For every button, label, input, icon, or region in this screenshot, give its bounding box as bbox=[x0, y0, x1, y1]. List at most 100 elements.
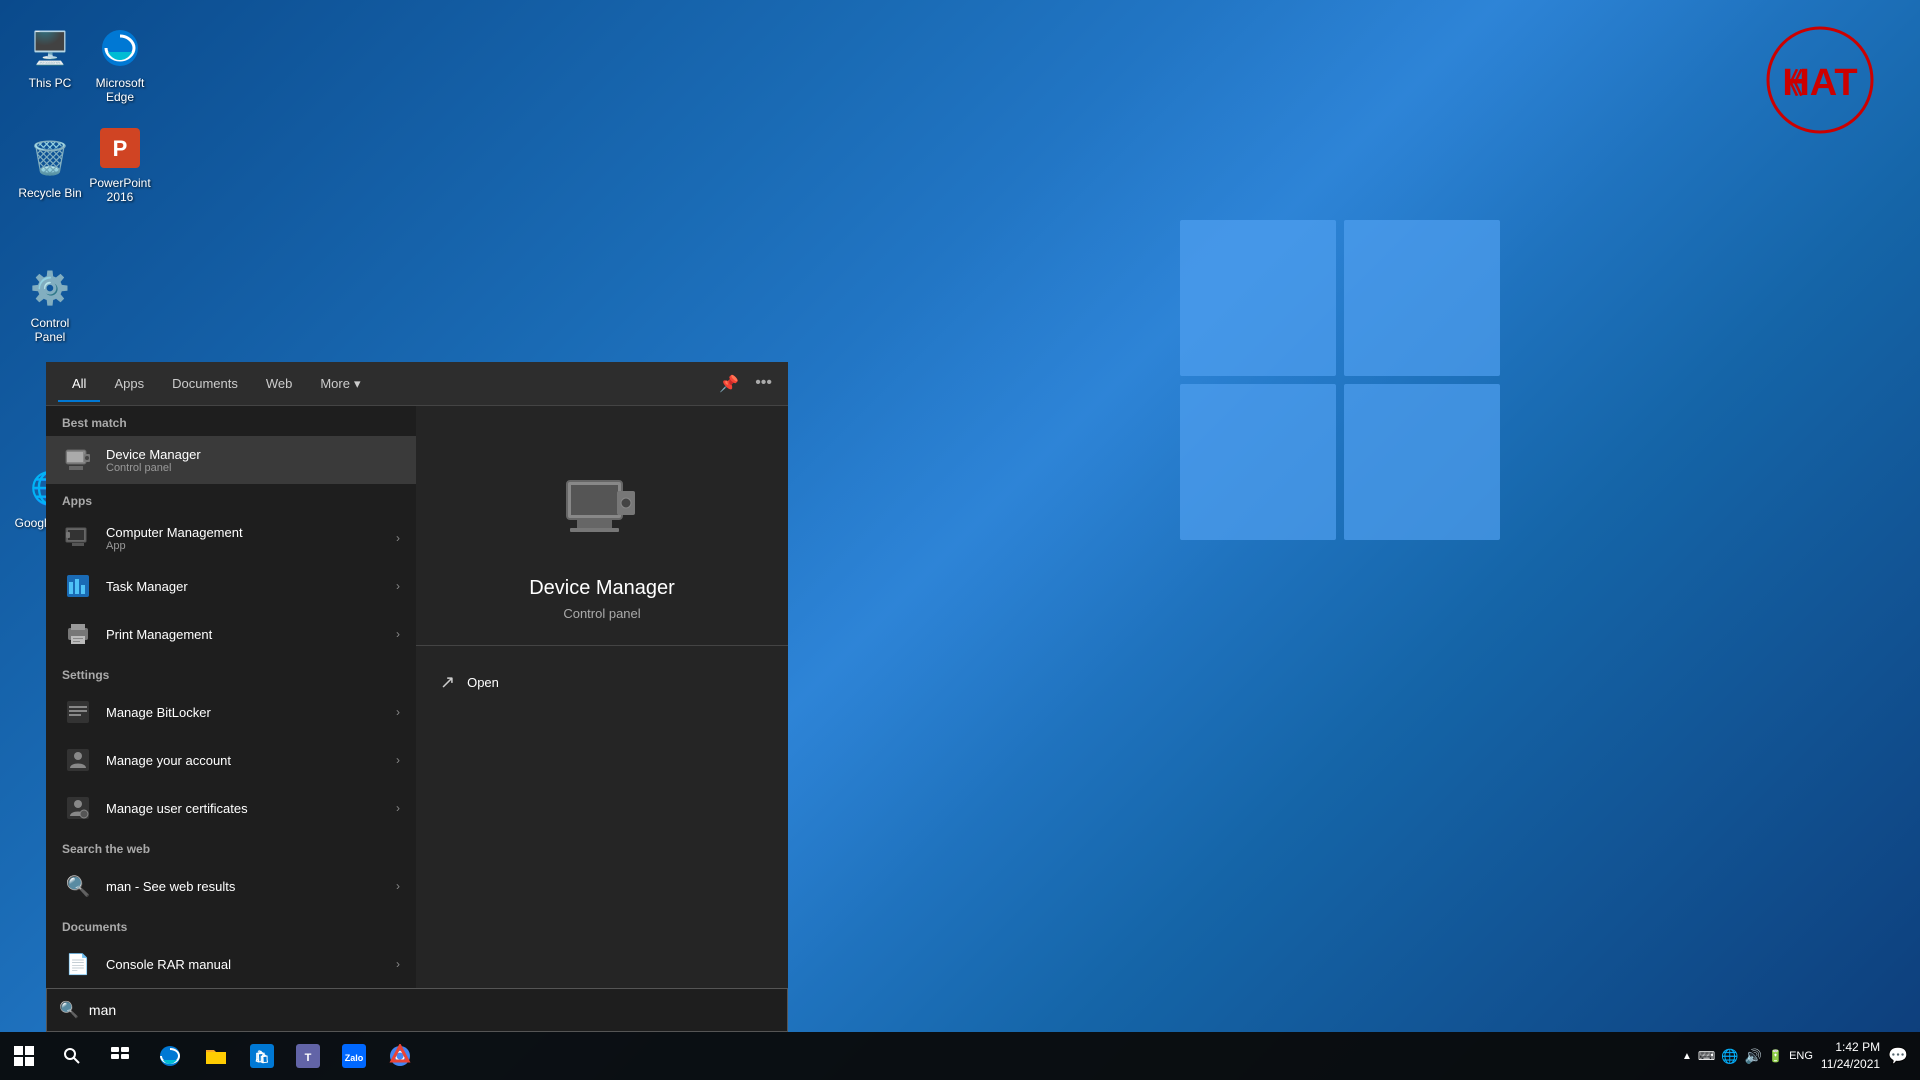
menu-pin-icon[interactable]: 📌 bbox=[715, 370, 743, 398]
search-menu: All Apps Documents Web More ▾ 📌 ••• Best… bbox=[46, 362, 788, 1032]
computer-management-text: Computer Management App bbox=[106, 525, 396, 552]
taskbar-date-display: 11/24/2021 bbox=[1821, 1056, 1880, 1073]
tab-web[interactable]: Web bbox=[252, 366, 307, 401]
taskbar-store[interactable]: 🛍 bbox=[240, 1034, 284, 1078]
open-label: Open bbox=[467, 675, 499, 690]
svg-text:Zalo: Zalo bbox=[345, 1053, 364, 1063]
certificates-arrow: › bbox=[396, 801, 400, 815]
taskbar-explorer[interactable] bbox=[194, 1034, 238, 1078]
taskbar: 🛍 T Zalo bbox=[0, 1032, 1920, 1080]
console-rar-text: Console RAR manual bbox=[106, 957, 396, 972]
print-management-title: Print Management bbox=[106, 627, 396, 642]
tray-volume[interactable]: 🔊 bbox=[1745, 1048, 1762, 1065]
menu-item-account[interactable]: Manage your account › bbox=[46, 736, 416, 784]
search-bar: 🔍 bbox=[46, 988, 788, 1032]
taskbar-clock[interactable]: 1:42 PM 11/24/2021 bbox=[1821, 1039, 1880, 1073]
tab-documents[interactable]: Documents bbox=[158, 366, 252, 401]
apps-label: Apps bbox=[46, 484, 416, 514]
svg-text:《: 《 bbox=[1775, 68, 1803, 99]
computer-management-title: Computer Management bbox=[106, 525, 396, 540]
menu-left-panel: Best match Device Manager Control bbox=[46, 406, 416, 988]
menu-right-panel: Device Manager Control panel ↗ Open bbox=[416, 406, 788, 988]
tray-lang[interactable]: ENG bbox=[1789, 1050, 1813, 1062]
this-pc-icon: 🖥️ bbox=[26, 24, 74, 72]
control-icon: ⚙️ bbox=[26, 264, 74, 312]
task-view-button[interactable] bbox=[96, 1032, 144, 1080]
web-search-title: man - See web results bbox=[106, 879, 396, 894]
powerpoint-icon: P bbox=[96, 124, 144, 172]
menu-item-web-search[interactable]: 🔍 man - See web results › bbox=[46, 862, 416, 910]
tab-all[interactable]: All bbox=[58, 366, 100, 401]
desktop: HAT 《 🖥️ This PC Microsoft Edge 🗑️ Recyc… bbox=[0, 0, 1920, 1080]
menu-item-computer-management[interactable]: Computer Management App › bbox=[46, 514, 416, 562]
desktop-icon-edge[interactable]: Microsoft Edge bbox=[80, 20, 160, 109]
task-manager-text: Task Manager bbox=[106, 579, 396, 594]
device-manager-text: Device Manager Control panel bbox=[106, 447, 400, 474]
bitlocker-title: Manage BitLocker bbox=[106, 705, 396, 720]
menu-item-device-manager[interactable]: Device Manager Control panel bbox=[46, 436, 416, 484]
taskbar-zalo[interactable]: Zalo bbox=[332, 1034, 376, 1078]
right-subtitle: Control panel bbox=[563, 606, 640, 621]
computer-management-icon bbox=[62, 522, 94, 554]
start-button[interactable] bbox=[0, 1032, 48, 1080]
certificates-text: Manage user certificates bbox=[106, 801, 396, 816]
svg-text:T: T bbox=[305, 1052, 312, 1064]
right-action-open[interactable]: ↗ Open bbox=[416, 662, 788, 703]
task-manager-arrow: › bbox=[396, 579, 400, 593]
taskbar-teams[interactable]: T bbox=[286, 1034, 330, 1078]
computer-management-arrow: › bbox=[396, 531, 400, 545]
tray-keyboard: ⌨ bbox=[1698, 1049, 1715, 1063]
taskbar-right: ▲ ⌨ 🌐 🔊 🔋 ENG 1:42 PM 11/24/2021 💬 bbox=[1682, 1039, 1920, 1073]
device-manager-subtitle: Control panel bbox=[106, 462, 400, 474]
taskbar-time-display: 1:42 PM bbox=[1821, 1039, 1880, 1056]
menu-content: Best match Device Manager Control bbox=[46, 406, 788, 988]
account-title: Manage your account bbox=[106, 753, 396, 768]
menu-item-bitlocker[interactable]: Manage BitLocker › bbox=[46, 688, 416, 736]
account-text: Manage your account bbox=[106, 753, 396, 768]
taskbar-edge[interactable] bbox=[148, 1034, 192, 1078]
taskbar-search-button[interactable] bbox=[48, 1032, 96, 1080]
right-title: Device Manager bbox=[529, 577, 675, 600]
best-match-label: Best match bbox=[46, 406, 416, 436]
bitlocker-icon bbox=[62, 696, 94, 728]
tray-expand[interactable]: ▲ bbox=[1682, 1051, 1692, 1062]
powerpoint-label: PowerPoint 2016 bbox=[84, 176, 156, 205]
menu-item-print-management[interactable]: Print Management › bbox=[46, 610, 416, 658]
menu-more-icon[interactable]: ••• bbox=[751, 370, 776, 398]
menu-item-task-manager[interactable]: Task Manager › bbox=[46, 562, 416, 610]
documents-label: Documents bbox=[46, 910, 416, 940]
bitlocker-text: Manage BitLocker bbox=[106, 705, 396, 720]
certificates-title: Manage user certificates bbox=[106, 801, 396, 816]
desktop-icon-control[interactable]: ⚙️ Control Panel bbox=[10, 260, 90, 349]
windows-logo-desktop bbox=[1180, 220, 1500, 540]
desktop-icon-recycle-bin[interactable]: 🗑️ Recycle Bin bbox=[10, 130, 90, 204]
tab-apps[interactable]: Apps bbox=[100, 366, 158, 401]
console-rar-title: Console RAR manual bbox=[106, 957, 396, 972]
desktop-icon-powerpoint[interactable]: P PowerPoint 2016 bbox=[80, 120, 160, 209]
svg-text:🛍: 🛍 bbox=[254, 1050, 269, 1064]
edge-icon bbox=[96, 24, 144, 72]
search-input[interactable] bbox=[89, 1002, 775, 1018]
console-rar-arrow: › bbox=[396, 957, 400, 971]
menu-item-certificates[interactable]: Manage user certificates › bbox=[46, 784, 416, 832]
computer-management-subtitle: App bbox=[106, 540, 396, 552]
edge-label: Microsoft Edge bbox=[84, 76, 156, 105]
right-divider bbox=[416, 645, 788, 646]
console-rar-icon: 📄 bbox=[62, 948, 94, 980]
svg-text:P: P bbox=[113, 136, 128, 161]
this-pc-label: This PC bbox=[29, 76, 72, 90]
certificates-icon bbox=[62, 792, 94, 824]
taskbar-chrome[interactable] bbox=[378, 1034, 422, 1078]
device-manager-title: Device Manager bbox=[106, 447, 400, 462]
task-manager-icon bbox=[62, 570, 94, 602]
tab-more[interactable]: More ▾ bbox=[306, 366, 374, 402]
taskbar-notification[interactable]: 💬 bbox=[1888, 1046, 1908, 1066]
menu-item-console-rar[interactable]: 📄 Console RAR manual › bbox=[46, 940, 416, 988]
open-icon: ↗ bbox=[440, 672, 455, 693]
desktop-icon-this-pc[interactable]: 🖥️ This PC bbox=[10, 20, 90, 94]
bitlocker-arrow: › bbox=[396, 705, 400, 719]
settings-label: Settings bbox=[46, 658, 416, 688]
tray-network[interactable]: 🌐 bbox=[1721, 1048, 1738, 1065]
print-management-icon bbox=[62, 618, 94, 650]
recycle-bin-icon: 🗑️ bbox=[26, 134, 74, 182]
